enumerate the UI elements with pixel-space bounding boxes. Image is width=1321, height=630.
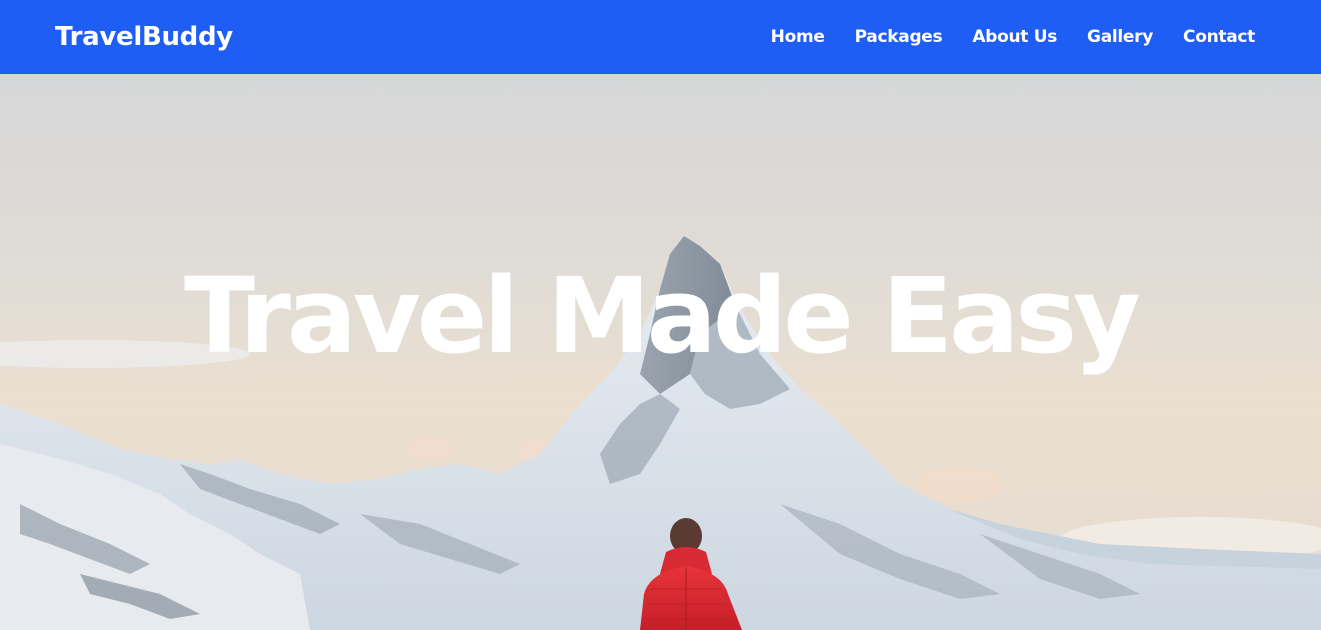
nav-link-gallery[interactable]: Gallery (1087, 27, 1153, 47)
brand-logo[interactable]: TravelBuddy (55, 22, 233, 52)
hero-section: Travel Made Easy (0, 74, 1321, 630)
nav-link-about-us[interactable]: About Us (972, 27, 1057, 47)
hero-title: Travel Made Easy (184, 255, 1141, 377)
nav-link-home[interactable]: Home (771, 27, 825, 47)
nav-links: Home Packages About Us Gallery Contact (771, 27, 1256, 47)
top-navbar: TravelBuddy Home Packages About Us Galle… (0, 0, 1321, 74)
nav-link-contact[interactable]: Contact (1183, 27, 1255, 47)
nav-link-packages[interactable]: Packages (855, 27, 943, 47)
